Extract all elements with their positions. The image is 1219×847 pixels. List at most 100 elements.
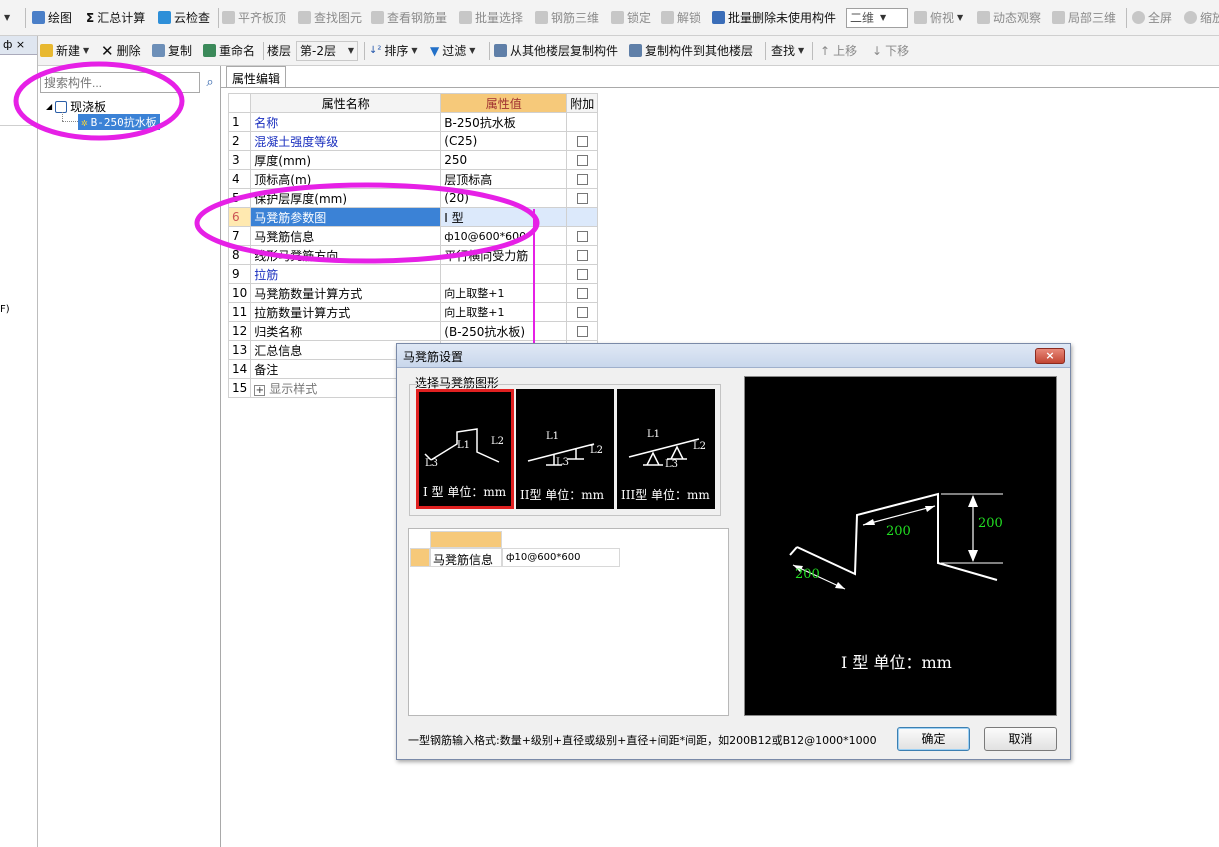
param-header	[430, 531, 502, 548]
property-value[interactable]: (20)	[440, 188, 568, 208]
arrow-down-icon: ↓	[872, 43, 883, 58]
view-mode-select[interactable]: 二维 ▼	[846, 0, 908, 35]
sort-button[interactable]: ↓² 排序 ▼	[369, 36, 418, 65]
batch-select-button[interactable]: 批量选择	[459, 0, 523, 35]
top-view-button[interactable]: 俯视 ▼	[914, 0, 963, 35]
draw-button[interactable]: 绘图	[32, 0, 72, 35]
shape-option-type2[interactable]: L1 L2 L3 II型 单位：mm	[516, 389, 614, 509]
collapse-triangle-icon[interactable]: ◢	[46, 102, 52, 111]
extra-cell	[566, 188, 599, 208]
dialog-title-bar[interactable]: 马凳筋设置 ×	[397, 344, 1070, 368]
cloud-check-button[interactable]: 云检查	[158, 0, 210, 35]
property-value[interactable]: 层顶标高	[440, 169, 568, 189]
property-value[interactable]: 向上取整+1	[440, 302, 568, 322]
row-number: 9	[227, 264, 252, 284]
extra-checkbox[interactable]	[576, 326, 588, 337]
property-value[interactable]: I 型	[440, 207, 568, 227]
panel-pin-close[interactable]: ф ×	[0, 36, 37, 55]
property-value[interactable]: B-250抗水板	[440, 112, 568, 132]
copy-from-floor-button[interactable]: 从其他楼层复制构件	[494, 36, 618, 65]
property-value[interactable]: 平行横向受力筋	[440, 245, 568, 265]
preview-caption: I 型 单位：mm	[841, 653, 952, 672]
extra-checkbox[interactable]	[576, 269, 588, 280]
lock-button[interactable]: 锁定	[611, 0, 651, 35]
gear-icon: ✲	[81, 115, 88, 129]
shape-caption: III型 单位：mm	[621, 488, 710, 502]
property-row[interactable]: 3 厚度(mm) 250	[227, 150, 599, 170]
property-row[interactable]: 11 拉筋数量计算方式 向上取整+1	[227, 302, 599, 322]
property-row[interactable]: 8 线形马凳筋方向 平行横向受力筋	[227, 245, 599, 265]
move-up-button[interactable]: ↑ 上移	[820, 36, 857, 65]
property-row[interactable]: 9 拉筋	[227, 264, 599, 284]
property-value[interactable]: (C25)	[440, 131, 568, 151]
search-input[interactable]	[40, 72, 200, 93]
local-3d-button[interactable]: 局部三维	[1052, 0, 1116, 35]
rename-icon	[203, 44, 216, 57]
view-rebar-button[interactable]: 查看钢筋量	[371, 0, 447, 35]
fullscreen-icon	[1132, 11, 1145, 24]
zoom-button[interactable]: 缩放	[1184, 0, 1219, 35]
property-value[interactable]: 250	[440, 150, 568, 170]
property-row[interactable]: 5 保护层厚度(mm) (20)	[227, 188, 599, 208]
find-button[interactable]: 查找 ▼	[771, 36, 804, 65]
property-value[interactable]: (B-250抗水板)	[440, 321, 568, 341]
ok-button[interactable]: 确定	[897, 727, 970, 751]
row-number: 15	[227, 378, 252, 398]
extra-cell	[566, 169, 599, 189]
summary-button[interactable]: Σ 汇总计算	[86, 0, 145, 35]
property-row[interactable]: 12 归类名称 (B-250抗水板)	[227, 321, 599, 341]
extra-cell	[566, 245, 599, 265]
property-row[interactable]: 4 顶标高(m) 层顶标高	[227, 169, 599, 189]
cloud-check-icon	[158, 11, 171, 24]
property-name: 混凝土强度等级	[250, 131, 442, 151]
rebar-3d-button[interactable]: 钢筋三维	[535, 0, 599, 35]
tab-property-edit[interactable]: 属性编辑	[226, 66, 286, 88]
property-value[interactable]	[440, 264, 568, 284]
delete-button[interactable]: ✕ 删除	[101, 36, 141, 65]
rename-button[interactable]: 重命名	[203, 36, 255, 65]
property-row[interactable]: 10 马凳筋数量计算方式 向上取整+1	[227, 283, 599, 303]
shape-caption: I 型 单位：mm	[423, 485, 507, 499]
shape-option-type3[interactable]: L1 L2 L3 III型 单位：mm	[617, 389, 715, 509]
toolbar-overflow-arrow[interactable]: ▼	[4, 0, 10, 35]
extra-checkbox[interactable]	[576, 307, 588, 318]
extra-checkbox[interactable]	[576, 174, 588, 185]
filter-button[interactable]: ▼ 过滤 ▼	[430, 36, 475, 65]
extra-checkbox[interactable]	[576, 288, 588, 299]
chevron-down-icon: ▼	[880, 13, 887, 22]
dynamic-view-button[interactable]: 动态观察	[977, 0, 1041, 35]
property-name: 归类名称	[250, 321, 442, 341]
property-row[interactable]: 7 马凳筋信息 ф10@600*600	[227, 226, 599, 246]
property-row[interactable]: 6 马凳筋参数图 I 型	[227, 207, 599, 227]
extra-checkbox[interactable]	[576, 231, 588, 242]
extra-checkbox[interactable]	[576, 193, 588, 204]
property-name: 马凳筋数量计算方式	[250, 283, 442, 303]
col-header-extra: 附加	[566, 93, 599, 113]
tree-item-b250[interactable]: ✲ B-250抗水板	[78, 114, 160, 130]
extra-checkbox[interactable]	[576, 250, 588, 261]
extra-checkbox[interactable]	[576, 136, 588, 147]
close-button[interactable]: ×	[1035, 348, 1065, 364]
copy-button[interactable]: 复制	[152, 36, 192, 65]
search-icon[interactable]: ⌕	[200, 72, 220, 93]
property-row[interactable]: 1 名称 B-250抗水板	[227, 112, 599, 132]
property-value[interactable]: 向上取整+1	[440, 283, 568, 303]
copy-to-floor-button[interactable]: 复制构件到其他楼层	[629, 36, 753, 65]
floor-select[interactable]: 第-2层 ▼	[296, 36, 358, 65]
new-button[interactable]: 新建 ▼	[40, 36, 89, 65]
find-element-button[interactable]: 查找图元	[298, 0, 362, 35]
batch-delete-button[interactable]: 批量删除未使用构件	[712, 0, 836, 35]
tree-root-node[interactable]: ◢ 现浇板	[46, 98, 106, 115]
param-value-cell[interactable]: ф10@600*600	[502, 548, 620, 567]
flush-slab-button[interactable]: 平齐板顶	[222, 0, 286, 35]
unlock-button[interactable]: 解锁	[661, 0, 701, 35]
property-row[interactable]: 2 混凝土强度等级 (C25)	[227, 131, 599, 151]
property-value[interactable]: ф10@600*600	[440, 226, 568, 246]
shape-option-type1[interactable]: L1 L2 L3 I 型 单位：mm	[416, 389, 514, 509]
expand-plus-icon[interactable]: +	[254, 384, 266, 396]
cancel-button[interactable]: 取消	[984, 727, 1057, 751]
fullscreen-button[interactable]: 全屏	[1132, 0, 1172, 35]
extra-checkbox[interactable]	[576, 155, 588, 166]
move-down-button[interactable]: ↓ 下移	[872, 36, 909, 65]
extra-cell	[566, 321, 599, 341]
